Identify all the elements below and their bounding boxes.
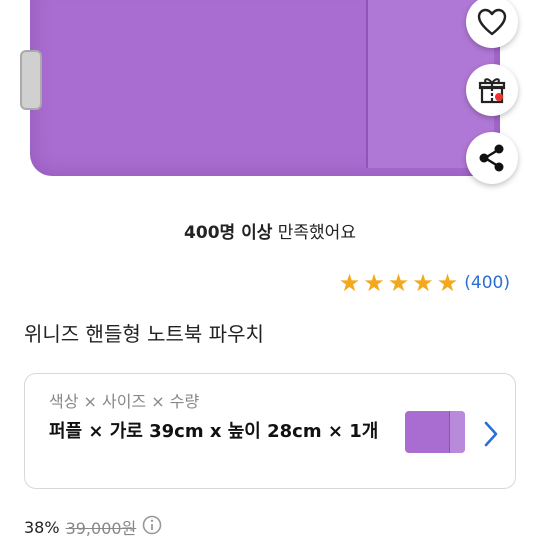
thumbnail-pocket [449, 411, 465, 453]
satisfaction-text: 400명 이상 만족했어요 [0, 218, 540, 243]
option-selector[interactable]: 색상 × 사이즈 × 수량 퍼플 × 가로 39cm x 높이 28cm × 1… [24, 373, 516, 489]
star-rating: ★ ★ ★ ★ ★ [339, 270, 459, 296]
rating-summary[interactable]: ★ ★ ★ ★ ★ (400) [339, 270, 510, 296]
bag-zipper [20, 50, 42, 110]
discount-rate: 38% [24, 517, 60, 537]
product-title: 위니즈 핸들형 노트북 파우치 [24, 322, 264, 346]
review-count[interactable]: (400) [464, 273, 510, 293]
info-icon[interactable] [142, 515, 162, 539]
star-icon: ★ [412, 269, 434, 297]
gift-icon [477, 75, 507, 105]
satisfaction-label: 만족했어요 [272, 223, 356, 243]
star-icon: ★ [363, 269, 385, 297]
option-thumbnail [405, 411, 465, 453]
price-row: 38% 39,000원 [24, 515, 162, 539]
option-value: 퍼플 × 가로 39cm x 높이 28cm × 1개 [49, 421, 379, 442]
satisfaction-count: 400명 이상 [184, 223, 273, 243]
product-image[interactable] [0, 0, 540, 200]
heart-outline-icon [477, 8, 507, 36]
chevron-right-icon[interactable] [483, 420, 499, 452]
gift-button[interactable] [466, 64, 518, 116]
star-icon: ★ [387, 269, 410, 297]
share-button[interactable] [466, 132, 518, 184]
original-price: 39,000원 [65, 519, 137, 538]
share-icon [477, 143, 507, 173]
option-label: 색상 × 사이즈 × 수량 [49, 392, 200, 411]
star-icon: ★ [436, 269, 459, 297]
star-icon: ★ [338, 269, 361, 297]
